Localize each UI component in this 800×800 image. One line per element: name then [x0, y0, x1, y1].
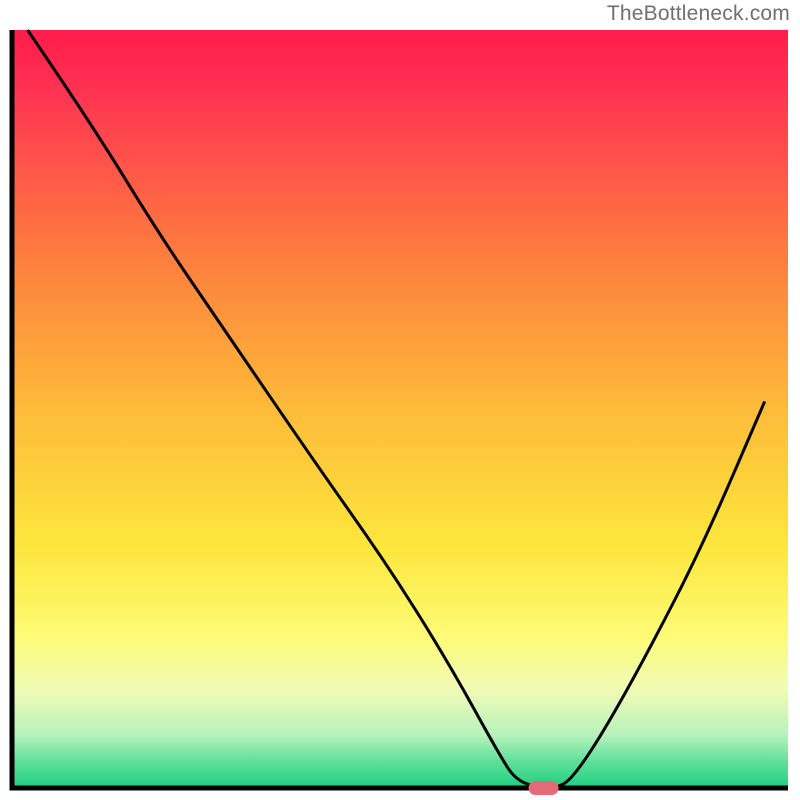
optimum-marker	[529, 781, 559, 795]
chart-svg	[0, 0, 800, 800]
plot-background	[12, 30, 788, 788]
watermark-text: TheBottleneck.com	[607, 2, 790, 26]
bottleneck-chart: TheBottleneck.com	[0, 0, 800, 800]
